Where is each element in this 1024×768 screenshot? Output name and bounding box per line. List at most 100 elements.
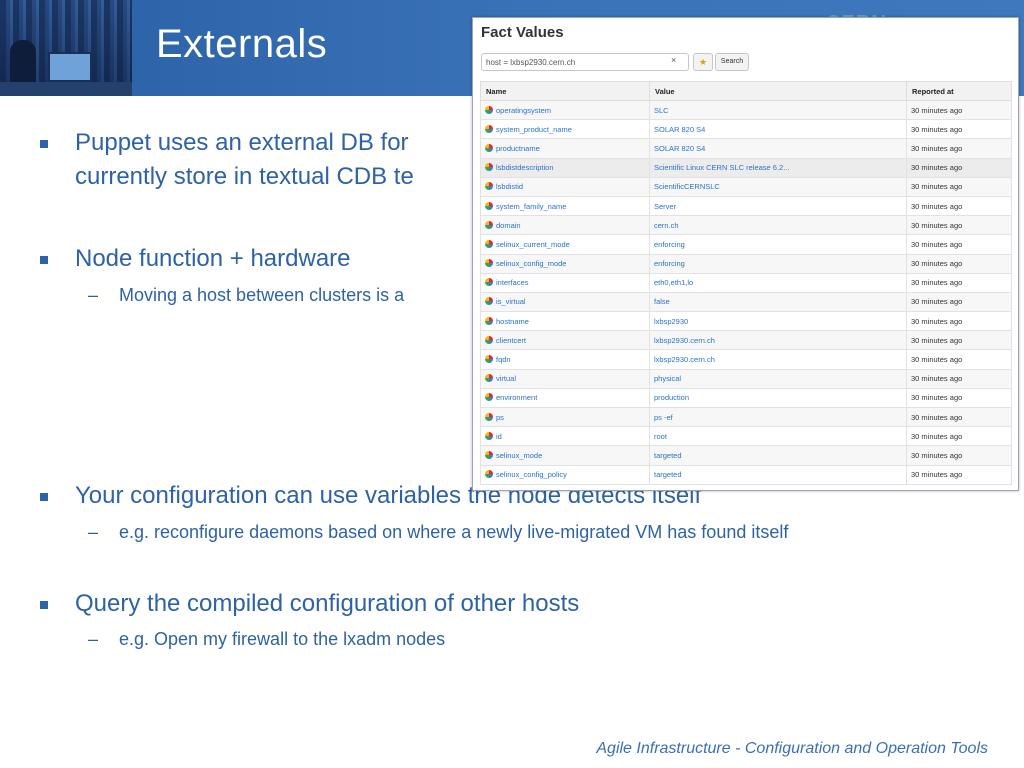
fact-pie-icon (485, 163, 493, 172)
search-input[interactable] (481, 53, 689, 71)
desk-shape (0, 82, 132, 96)
header-photo (0, 0, 132, 96)
bullet-square-icon (40, 493, 48, 501)
fact-pie-icon (485, 182, 493, 191)
facts-table-body: operatingsystem SLC 30 minutes ago system_p… (480, 99, 1012, 485)
fact-pie-icon (485, 335, 493, 344)
fact-value-link[interactable]: root (649, 426, 907, 447)
bookmark-star-button[interactable]: ★ (693, 53, 713, 71)
fact-pie-icon (485, 143, 493, 152)
fact-name-link[interactable]: is_virtual (496, 297, 526, 306)
fact-name-link[interactable]: ps (496, 413, 504, 422)
fact-name-link[interactable]: operatingsystem (496, 106, 551, 115)
fact-name-cell[interactable]: lsbdistdescription (480, 157, 650, 178)
fact-value-link[interactable]: enforcing (649, 253, 907, 274)
fact-name-cell[interactable]: selinux_config_policy (480, 464, 650, 485)
fact-value-link[interactable]: lxbsp2930 (649, 311, 907, 332)
fact-value-link[interactable]: SOLAR 820 S4 (649, 119, 907, 140)
fact-pie-icon (485, 297, 493, 306)
fact-reported-cell: 30 minutes ago (906, 176, 1012, 197)
fact-name-cell[interactable]: system_product_name (480, 119, 650, 140)
fact-name-cell[interactable]: ps (480, 406, 650, 428)
fact-value-link[interactable]: ScientificCERNSLC (649, 176, 907, 197)
fact-pie-icon (485, 278, 493, 287)
fact-name-link[interactable]: system_family_name (496, 202, 566, 211)
fact-name-link[interactable]: virtual (496, 374, 516, 383)
table-row: interfaces eth0,eth1,lo 30 minutes ago (480, 272, 1012, 293)
fact-name-link[interactable]: environment (496, 393, 537, 402)
table-row: lsbdistdescription Scientific Linux CERN … (480, 157, 1012, 178)
fact-value-link[interactable]: cern.ch (649, 215, 907, 236)
fact-pie-icon (485, 316, 493, 325)
fact-name-link[interactable]: clientcert (496, 336, 526, 345)
fact-value-link[interactable]: targeted (649, 464, 907, 485)
fact-name-link[interactable]: lsbdistdescription (496, 163, 554, 172)
fact-value-link[interactable]: targeted (649, 445, 907, 466)
fact-name-link[interactable]: selinux_config_mode (496, 259, 566, 268)
fact-name-link[interactable]: selinux_current_mode (496, 240, 570, 249)
fact-name-cell[interactable]: operatingsystem (480, 99, 650, 121)
fact-value-link[interactable]: production (649, 387, 907, 409)
fact-name-link[interactable]: system_product_name (496, 125, 572, 134)
slide-title: Externals (156, 22, 328, 66)
fact-name-cell[interactable]: interfaces (480, 272, 650, 293)
fact-value-link[interactable]: enforcing (649, 234, 907, 255)
fact-name-cell[interactable]: is_virtual (480, 291, 650, 313)
fact-name-cell[interactable]: selinux_config_mode (480, 253, 650, 274)
fact-name-link[interactable]: selinux_mode (496, 451, 542, 460)
fact-pie-icon (485, 412, 493, 421)
dash-icon: – (88, 285, 99, 305)
fact-pie-icon (485, 470, 493, 479)
fact-value-link[interactable]: SLC (649, 99, 907, 121)
fact-reported-cell: 30 minutes ago (906, 195, 1012, 217)
column-header-value[interactable]: Value (649, 81, 907, 101)
fact-name-cell[interactable]: selinux_mode (480, 445, 650, 466)
fact-reported-cell: 30 minutes ago (906, 426, 1012, 447)
fact-name-link[interactable]: id (496, 432, 502, 441)
fact-name-link[interactable]: selinux_config_policy (496, 470, 567, 479)
fact-name-link[interactable]: lsbdistid (496, 182, 523, 191)
fact-value-link[interactable]: SOLAR 820 S4 (649, 138, 907, 159)
fact-name-cell[interactable]: selinux_current_mode (480, 234, 650, 255)
fact-reported-cell: 30 minutes ago (906, 215, 1012, 236)
fact-name-cell[interactable]: fqdn (480, 349, 650, 370)
fact-name-link[interactable]: productname (496, 144, 540, 153)
bullet-line: currently store in textual CDB te (75, 163, 414, 190)
sub-bullet-text: Moving a host between clusters is a (119, 285, 405, 305)
fact-name-cell[interactable]: environment (480, 387, 650, 409)
fact-reported-cell: 30 minutes ago (906, 234, 1012, 255)
fact-name-link[interactable]: fqdn (496, 355, 511, 364)
table-row: lsbdistid ScientificCERNSLC 30 minutes ago (480, 176, 1012, 197)
fact-name-link[interactable]: interfaces (496, 278, 529, 287)
clear-icon[interactable]: × (671, 55, 676, 65)
dash-icon: – (88, 522, 99, 542)
fact-value-link[interactable]: Server (649, 195, 907, 217)
column-header-reported[interactable]: Reported at (906, 81, 1012, 101)
fact-reported-cell: 30 minutes ago (906, 387, 1012, 409)
fact-name-cell[interactable]: id (480, 426, 650, 447)
fact-value-link[interactable]: lxbsp2930.cern.ch (649, 330, 907, 351)
table-header-row: Name Value Reported at (480, 81, 1012, 101)
fact-value-link[interactable]: ps -ef (649, 406, 907, 428)
fact-name-cell[interactable]: clientcert (480, 330, 650, 351)
table-row: selinux_config_mode enforcing 30 minutes a… (480, 253, 1012, 274)
fact-name-link[interactable]: hostname (496, 317, 529, 326)
fact-value-link[interactable]: Scientific Linux CERN SLC release 6.2... (649, 157, 907, 178)
bullet-square-icon (40, 140, 48, 148)
fact-name-cell[interactable]: productname (480, 138, 650, 159)
fact-value-link[interactable]: physical (649, 368, 907, 389)
fact-name-cell[interactable]: system_family_name (480, 195, 650, 217)
fact-value-link[interactable]: eth0,eth1,lo (649, 272, 907, 293)
dash-icon: – (88, 629, 99, 649)
fact-name-cell[interactable]: domain (480, 215, 650, 236)
fact-name-link[interactable]: domain (496, 221, 521, 230)
search-button[interactable]: Search (715, 53, 749, 71)
fact-pie-icon (485, 105, 493, 114)
fact-name-cell[interactable]: hostname (480, 311, 650, 332)
fact-name-cell[interactable]: lsbdistid (480, 176, 650, 197)
fact-value-link[interactable]: false (649, 291, 907, 313)
table-row: system_family_name Server 30 minutes ago (480, 195, 1012, 217)
fact-name-cell[interactable]: virtual (480, 368, 650, 389)
column-header-name[interactable]: Name (480, 81, 650, 101)
fact-value-link[interactable]: lxbsp2930.cern.ch (649, 349, 907, 370)
